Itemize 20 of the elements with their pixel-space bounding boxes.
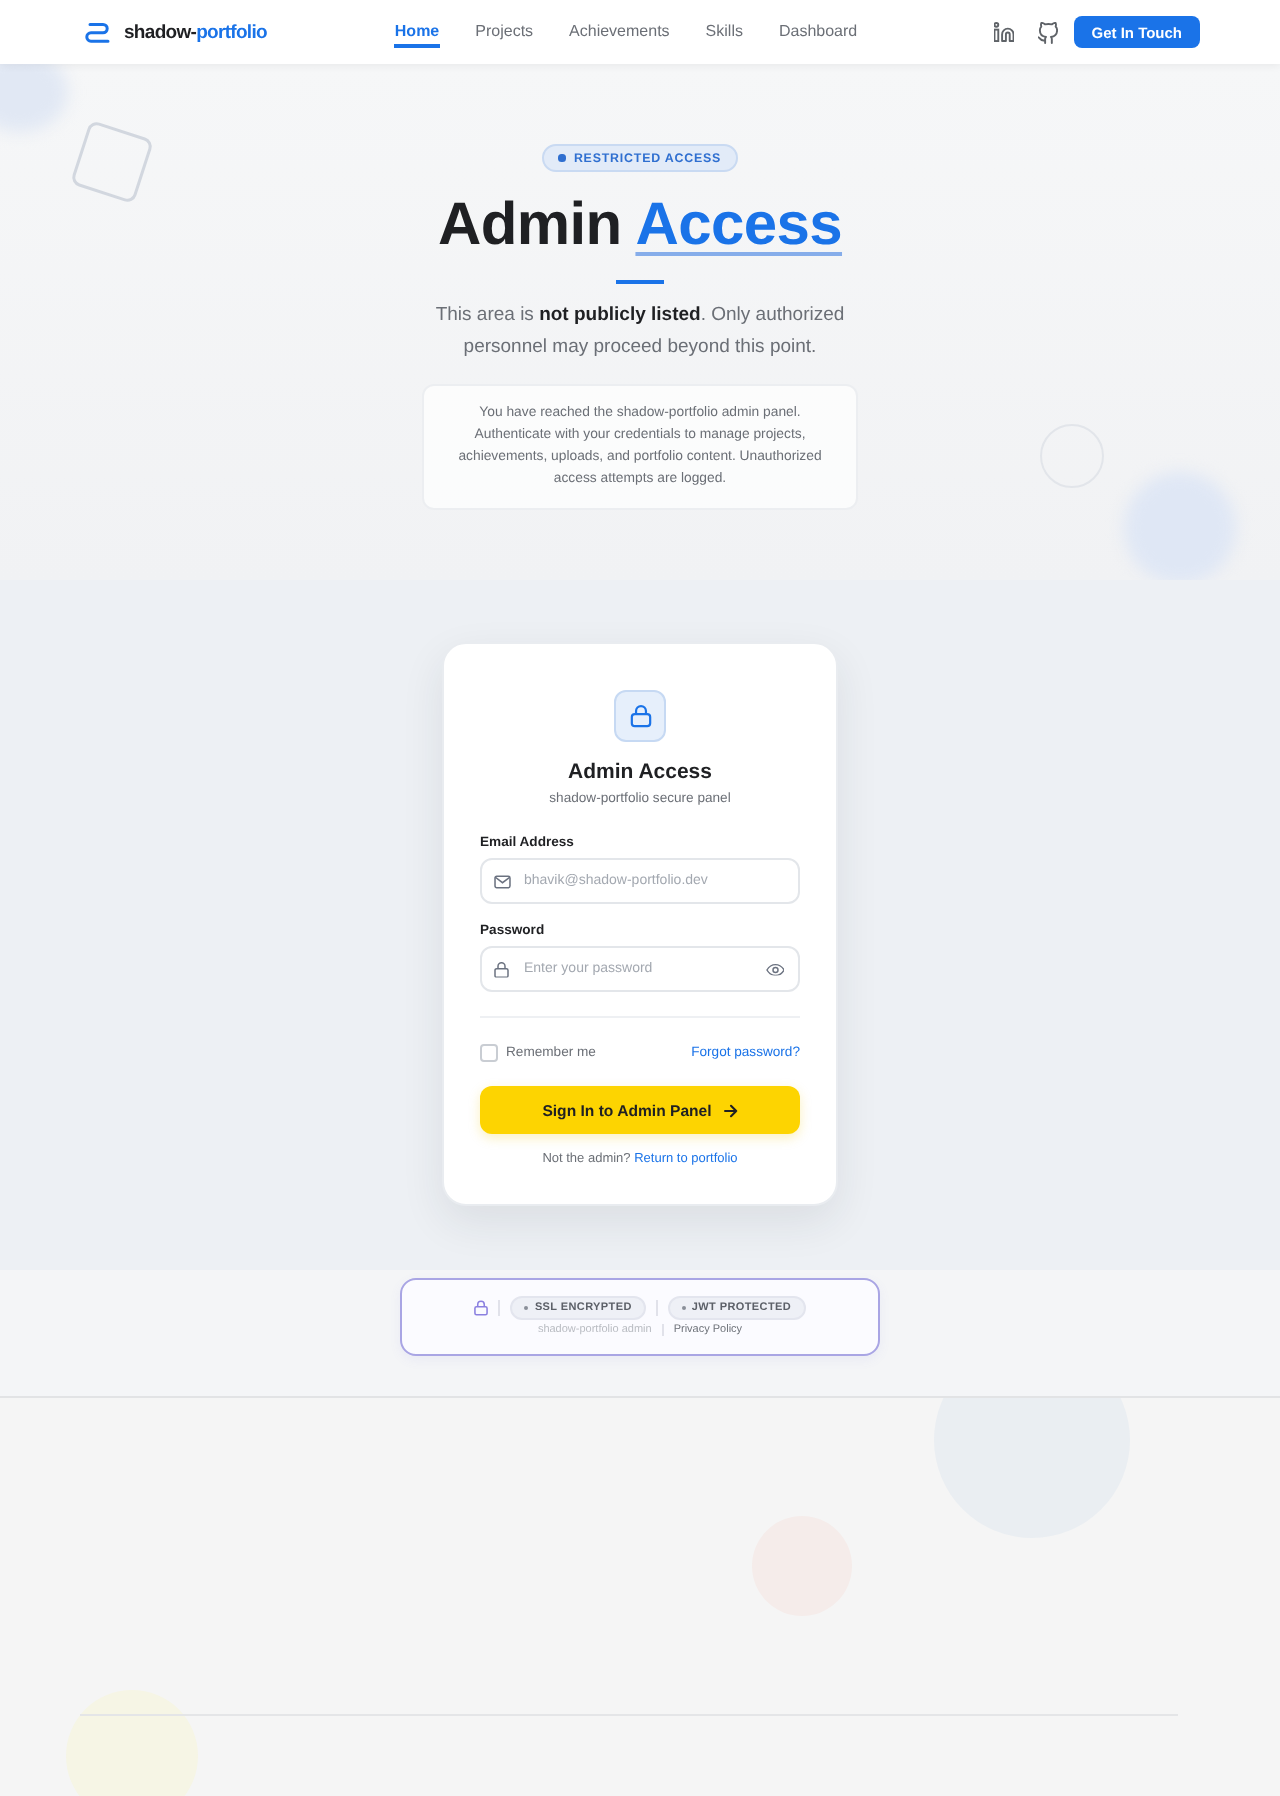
nav-link[interactable]: Home bbox=[394, 17, 440, 47]
lock-icon bbox=[494, 960, 509, 978]
page-title: Admin Access bbox=[437, 192, 843, 260]
logo-icon[interactable] bbox=[84, 21, 110, 43]
eye-icon[interactable] bbox=[765, 962, 784, 976]
lock-icon bbox=[474, 1299, 489, 1315]
linkedin-icon[interactable] bbox=[993, 22, 1014, 42]
arrow-icon bbox=[723, 1103, 738, 1117]
dot-icon bbox=[558, 154, 566, 162]
card-title: Admin Access bbox=[566, 758, 714, 786]
nav-link[interactable]: Skills bbox=[705, 17, 743, 47]
nav-link[interactable]: Projects bbox=[475, 17, 534, 47]
hero-subtitle: This area is not publicly listed. Only authorized personnel may proceed beyond this point. bbox=[433, 301, 847, 361]
remember-checkbox[interactable] bbox=[480, 1043, 498, 1061]
brand-name[interactable]: shadow-portfolio bbox=[124, 21, 267, 43]
nav-link[interactable]: Achievements bbox=[569, 17, 670, 47]
lock-icon bbox=[614, 690, 666, 742]
mail-icon bbox=[494, 874, 511, 888]
nav-link[interactable]: Dashboard bbox=[778, 17, 858, 47]
github-icon[interactable] bbox=[1037, 21, 1058, 43]
